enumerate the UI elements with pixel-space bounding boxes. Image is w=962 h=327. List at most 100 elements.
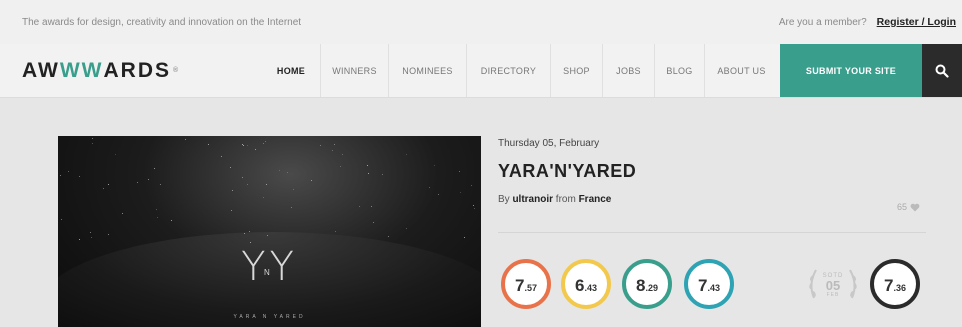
star-dot xyxy=(263,143,264,144)
submit-site-button[interactable]: SUBMIT YOUR SITE xyxy=(780,44,922,97)
score-value: 7 xyxy=(698,276,708,295)
country-link[interactable]: France xyxy=(579,194,612,205)
star-dot xyxy=(255,149,256,150)
star-dot xyxy=(311,180,312,181)
star-dot xyxy=(250,242,251,243)
star-dot xyxy=(359,206,360,207)
laurel-icon xyxy=(809,269,857,299)
nav-item-nominees[interactable]: NOMINEES xyxy=(388,44,466,97)
star-dot xyxy=(90,232,91,233)
star-dot xyxy=(368,173,369,174)
star-dot xyxy=(185,139,186,140)
top-bar: The awards for design, creativity and in… xyxy=(0,0,962,44)
star-dot xyxy=(137,182,138,183)
star-dot xyxy=(160,184,161,185)
site-info: Thursday 05, February YARA'N'YARED By ul… xyxy=(498,136,926,233)
member-prompt: Are you a member? xyxy=(778,16,867,28)
search-button[interactable] xyxy=(922,44,962,97)
logo-part: AW xyxy=(22,58,60,82)
star-dot xyxy=(473,205,474,206)
hero-logo: YY xyxy=(58,244,481,290)
site-screenshot[interactable]: YY N YARA N YARED xyxy=(58,136,481,327)
site-byline: By ultranoir from France xyxy=(498,194,926,205)
star-dot xyxy=(221,156,222,157)
star-dot xyxy=(60,175,61,176)
hero-logo-n: N xyxy=(264,268,270,277)
nav-item-jobs[interactable]: JOBS xyxy=(602,44,654,97)
likes-count: 65 xyxy=(896,202,907,212)
logo-part: ARDS xyxy=(103,58,171,82)
star-dot xyxy=(334,144,335,145)
tagline: The awards for design, creativity and in… xyxy=(22,16,302,28)
star-dot xyxy=(464,237,465,238)
star-dot xyxy=(471,185,472,186)
nav-item-blog[interactable]: BLOG xyxy=(654,44,704,97)
star-dot xyxy=(438,194,439,195)
score-value: 7 xyxy=(515,276,525,295)
star-dot xyxy=(320,145,321,146)
nav-item-home[interactable]: HOME xyxy=(262,44,320,97)
star-dot xyxy=(263,197,264,198)
logo-part: WW xyxy=(59,58,104,82)
star-dot xyxy=(243,145,244,146)
star-dot xyxy=(122,213,123,214)
sotd-badge[interactable]: SOTD 05 FEB xyxy=(802,254,864,316)
member-area: Are you a member? Register / Login xyxy=(779,16,956,28)
star-dot xyxy=(279,170,280,171)
nav-item-winners[interactable]: WINNERS xyxy=(320,44,388,97)
star-dot xyxy=(459,171,460,172)
star-dot xyxy=(242,144,243,145)
star-dot xyxy=(157,217,158,218)
score-design: 7.57 xyxy=(501,259,551,309)
score-value: 6 xyxy=(575,276,585,295)
star-dot xyxy=(340,166,341,167)
star-dot xyxy=(247,184,248,185)
score-value: 8 xyxy=(636,276,646,295)
awwwards-logo[interactable]: AW WW ARDS ® xyxy=(0,44,262,97)
star-dot xyxy=(382,174,383,175)
star-dot xyxy=(208,144,209,145)
star-dot xyxy=(148,179,149,180)
site-title[interactable]: YARA'N'YARED xyxy=(498,161,926,182)
score-usability: 6.43 xyxy=(561,259,611,309)
star-dot xyxy=(115,154,116,155)
author-link[interactable]: ultranoir xyxy=(512,194,553,205)
score-content: 7.43 xyxy=(684,259,734,309)
star-dot xyxy=(460,192,461,193)
star-dot xyxy=(91,237,92,238)
star-dot xyxy=(247,145,248,146)
star-dot xyxy=(342,154,343,155)
star-dot xyxy=(474,208,475,209)
star-dot xyxy=(265,141,266,142)
score-decimal: .57 xyxy=(524,283,537,293)
nav-item-about-us[interactable]: ABOUT US xyxy=(704,44,778,97)
star-dot xyxy=(287,172,288,173)
likes-counter[interactable]: 65 xyxy=(897,202,920,212)
star-dot xyxy=(332,150,333,151)
star-dot xyxy=(406,228,407,229)
star-dot xyxy=(367,165,368,166)
star-dot xyxy=(242,177,243,178)
search-icon xyxy=(935,64,949,78)
score-decimal: .29 xyxy=(645,283,658,293)
star-dot xyxy=(293,189,294,190)
main-nav: AW WW ARDS ® HOME WINNERS NOMINEES DIRECTOR… xyxy=(0,44,962,98)
star-dot xyxy=(103,188,104,189)
logo-mark: ® xyxy=(173,67,181,74)
from-label: from xyxy=(555,194,576,205)
overall-score: 7.36 xyxy=(870,259,920,309)
star-dot xyxy=(406,154,407,155)
score-decimal: .36 xyxy=(893,283,906,293)
star-dot xyxy=(79,176,80,177)
nav-item-shop[interactable]: SHOP xyxy=(550,44,602,97)
heart-icon xyxy=(910,203,920,211)
star-dot xyxy=(230,167,231,168)
star-dot xyxy=(61,219,62,220)
star-dot xyxy=(373,222,374,223)
score-value: 7 xyxy=(884,276,894,295)
star-dot xyxy=(249,231,250,232)
site-date: Thursday 05, February xyxy=(498,138,600,149)
nav-item-directory[interactable]: DIRECTORY xyxy=(466,44,550,97)
register-login-link[interactable]: Register / Login xyxy=(877,16,956,28)
star-dot xyxy=(156,209,157,210)
